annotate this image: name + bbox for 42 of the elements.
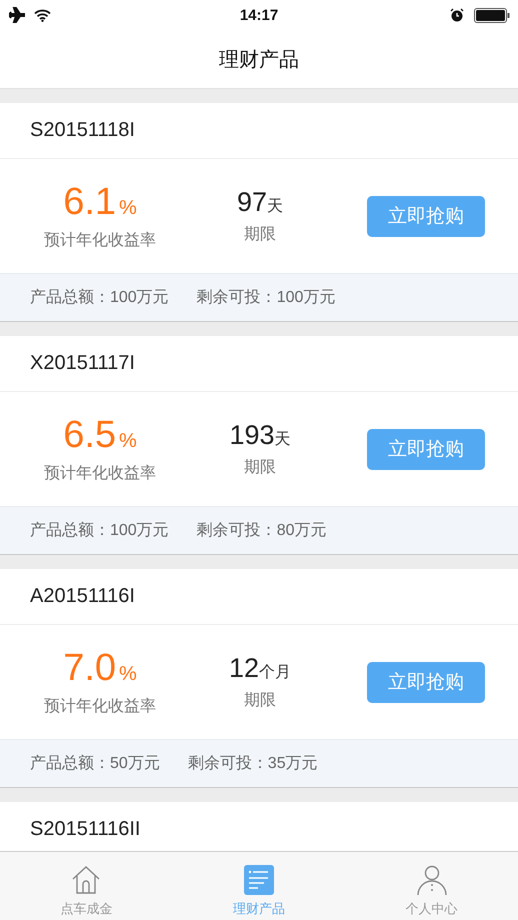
yield-label: 预计年化收益率 bbox=[44, 230, 156, 251]
total-amount: 产品总额：100万元 bbox=[30, 288, 169, 308]
yield-label: 预计年化收益率 bbox=[44, 464, 156, 484]
yield-rate: 6.5 bbox=[63, 414, 116, 457]
term-label: 期限 bbox=[244, 458, 276, 478]
total-amount: 产品总额：100万元 bbox=[30, 520, 169, 541]
product-code: S20151118I bbox=[30, 119, 135, 142]
tab-item[interactable]: 理财产品 bbox=[172, 852, 346, 920]
yield-label: 预计年化收益率 bbox=[44, 696, 156, 717]
term-unit: 天 bbox=[274, 430, 291, 450]
remaining-amount: 剩余可投：80万元 bbox=[196, 521, 326, 541]
buy-button[interactable]: 立即抢购 bbox=[367, 428, 485, 470]
remaining-amount: 剩余可投：35万元 bbox=[188, 754, 318, 774]
tab-item[interactable]: 个人中心 bbox=[345, 852, 518, 920]
term-value: 12 bbox=[228, 653, 260, 684]
alarm-icon bbox=[450, 8, 464, 22]
product-code: S20151116II bbox=[30, 818, 140, 841]
percent-sign: % bbox=[119, 663, 137, 686]
buy-button[interactable]: 立即抢购 bbox=[367, 662, 485, 702]
term-value: 97 bbox=[236, 187, 268, 218]
term-unit: 个月 bbox=[259, 663, 292, 683]
airplane-icon bbox=[8, 7, 26, 23]
yield-rate: 7.0 bbox=[63, 647, 116, 690]
yield-rate: 6.1 bbox=[63, 181, 116, 224]
status-time: 14:17 bbox=[240, 6, 278, 24]
term-label: 期限 bbox=[244, 691, 276, 711]
remaining-amount: 剩余可投：100万元 bbox=[196, 288, 336, 308]
term-value: 193 bbox=[229, 420, 275, 451]
percent-sign: % bbox=[119, 430, 137, 453]
term-label: 期限 bbox=[244, 225, 276, 245]
product-code: X20151117I bbox=[30, 352, 135, 375]
person-icon bbox=[416, 864, 448, 896]
buy-button[interactable]: 立即抢购 bbox=[367, 196, 485, 236]
percent-sign: % bbox=[119, 197, 137, 220]
page-title: 理财产品 bbox=[219, 48, 299, 72]
battery-icon bbox=[474, 8, 510, 22]
list-icon bbox=[243, 864, 275, 896]
product-code: A20151116I bbox=[30, 585, 135, 608]
term-unit: 天 bbox=[267, 197, 284, 217]
wifi-icon bbox=[34, 8, 51, 22]
tab-item[interactable]: 点车成金 bbox=[0, 852, 173, 920]
total-amount: 产品总额：50万元 bbox=[30, 754, 160, 774]
